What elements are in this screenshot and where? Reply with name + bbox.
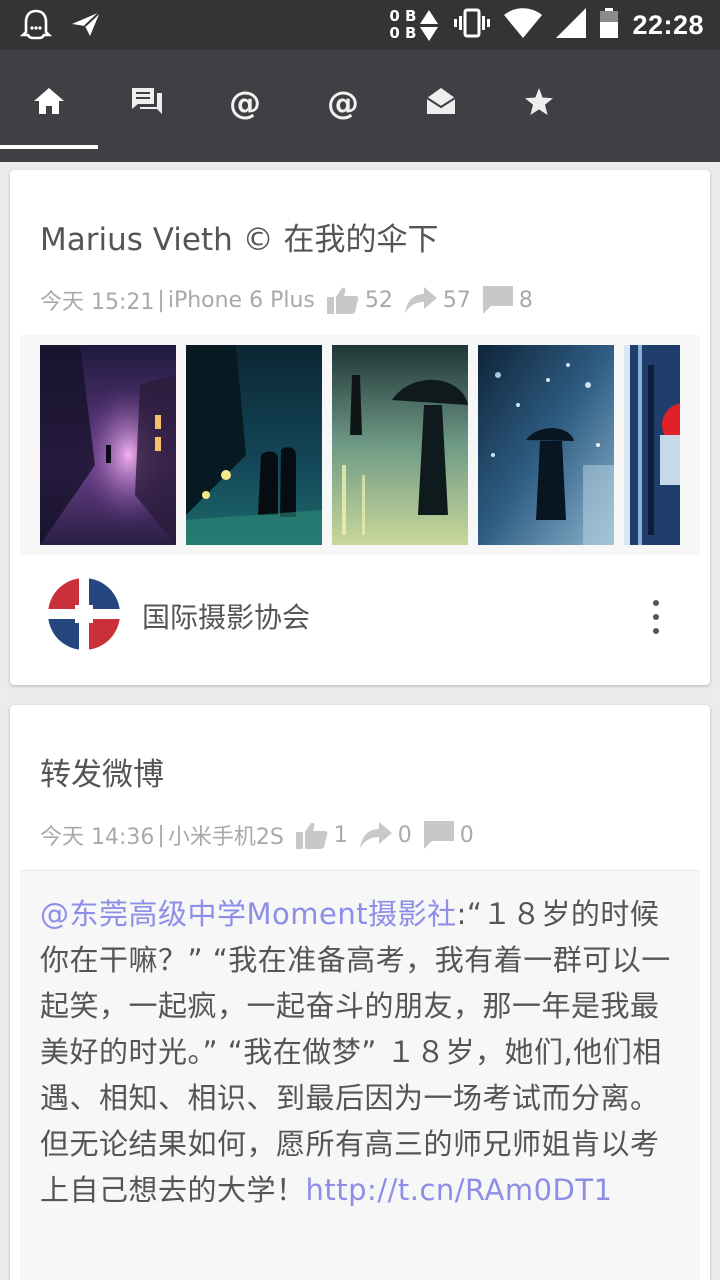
at-mention-icon: @ [229,84,261,122]
post-card[interactable]: 转发微博 今天 14:36 | 小米手机2S 1 0 0 @东莞高级中学Mome… [10,705,710,1280]
retweeted-post[interactable]: @东莞高级中学Moment摄影社:“１８岁的时候你在干嘛？” “我在准备高考，我… [20,870,700,1280]
like-icon [295,821,328,849]
like-count: 52 [364,287,393,313]
tab-favorites[interactable] [490,50,588,156]
clock: 22:28 [632,9,704,40]
wifi-icon [504,8,543,42]
dot [653,600,659,606]
post-meta: 今天 15:21 | iPhone 6 Plus 52 57 8 [40,283,533,317]
post-meta: 今天 14:36 | 小米手机2S 1 0 0 [40,818,474,852]
vibrate-icon [454,8,491,42]
tab-home[interactable] [0,50,98,156]
dot [653,614,659,620]
tab-messages[interactable] [392,50,490,156]
more-options-icon[interactable] [644,600,668,634]
battery-icon [600,8,619,42]
repost-count: 57 [442,287,471,313]
signal-icon [556,8,587,42]
tab-bar: @ @ [0,50,720,162]
image-strip[interactable] [20,335,700,555]
network-speed: 0 B 0 B [389,7,439,42]
net-down-value: 0 B [389,24,417,42]
status-bar: 0 B 0 B 22:28 [0,0,720,50]
meta-separator: | [157,822,165,848]
post-title: 转发微博 [40,757,164,793]
post-image-thumbnail[interactable] [624,345,680,545]
tab-mentions[interactable]: @ [196,50,294,156]
post-device: iPhone 6 Plus [167,287,315,313]
post-image-thumbnail[interactable] [40,345,176,545]
post-time: 今天 14:36 [40,825,155,850]
repost-icon [359,822,392,848]
tab-comments[interactable] [98,50,196,156]
repost-count: 0 [397,822,412,848]
url-link[interactable]: http://t.cn/RAm0DT1 [306,1173,613,1207]
post-device: 小米手机2S [167,825,284,850]
ghost-notification-icon [19,8,53,44]
at-mention-icon: @ [327,84,359,122]
star-icon [525,87,553,119]
post-title: Marius Vieth © 在我的伞下 [40,222,439,258]
net-up-value: 0 B [389,7,417,25]
post-card[interactable]: Marius Vieth © 在我的伞下 今天 15:21 | iPhone 6… [10,170,710,685]
comment-icon [482,286,513,314]
tab-mentions-2[interactable]: @ [294,50,392,156]
comments-icon [131,87,163,119]
post-image-thumbnail[interactable] [478,345,614,545]
send-icon [70,8,102,44]
retweet-body: :“１８岁的时候你在干嘛？” “我在准备高考，我有着一群可以一起笑，一起疯，一起… [40,897,671,1207]
like-icon [326,286,359,314]
dot [653,628,659,634]
envelope-open-icon [426,87,456,119]
retweet-text: @东莞高级中学Moment摄影社:“１８岁的时候你在干嘛？” “我在准备高考，我… [40,891,684,1213]
post-source[interactable]: 国际摄影协会 [48,578,688,654]
post-image-thumbnail[interactable] [186,345,322,545]
comment-count: 0 [459,822,474,848]
post-image-thumbnail[interactable] [332,345,468,545]
repost-icon [404,287,437,313]
mention-link[interactable]: @东莞高级中学Moment摄影社 [40,897,457,931]
home-icon [33,87,65,119]
post-time: 今天 15:21 [40,290,155,315]
active-tab-indicator [0,145,98,149]
source-name[interactable]: 国际摄影协会 [142,596,310,636]
source-avatar[interactable] [48,578,120,654]
comment-icon [423,821,454,849]
like-count: 1 [333,822,348,848]
meta-separator: | [157,287,165,313]
comment-count: 8 [518,287,533,313]
